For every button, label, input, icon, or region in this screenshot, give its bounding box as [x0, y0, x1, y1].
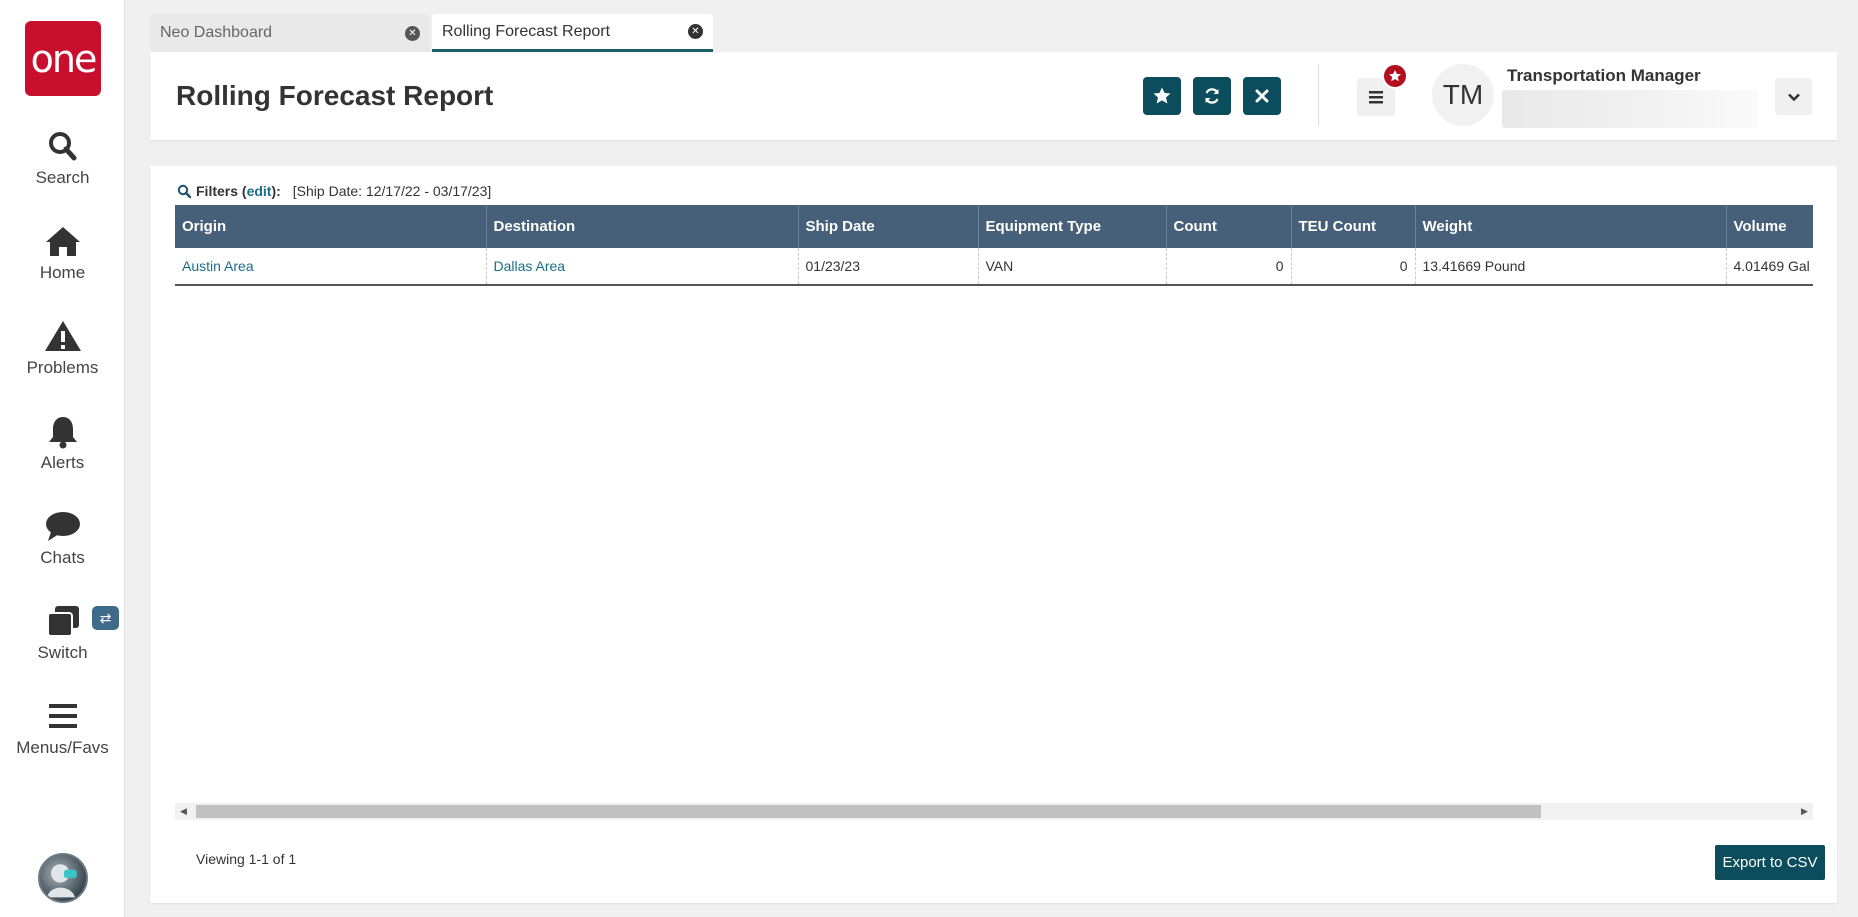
- nav-search[interactable]: Search: [0, 128, 125, 188]
- export-csv-button[interactable]: Export to CSV: [1715, 845, 1825, 880]
- refresh-icon: [1205, 88, 1219, 104]
- teu-count-cell: 0: [1291, 248, 1416, 286]
- home-icon: [43, 223, 83, 259]
- tab-rolling-forecast-report[interactable]: Rolling Forecast Report ✕: [432, 14, 713, 52]
- favorite-button[interactable]: [1143, 77, 1181, 115]
- column-header-weight[interactable]: Weight: [1415, 205, 1727, 248]
- nav-problems[interactable]: Problems: [0, 318, 125, 378]
- nav-home-label: Home: [39, 263, 86, 282]
- nav-problems-label: Problems: [26, 358, 99, 377]
- tab-label: Rolling Forecast Report: [442, 22, 611, 40]
- nav-chats-label: Chats: [40, 548, 85, 567]
- user-menu-button[interactable]: [1775, 78, 1812, 115]
- filters-value: [Ship Date: 12/17/22 - 03/17/23]: [292, 183, 492, 199]
- warning-icon: [43, 318, 83, 354]
- ship-date-cell: 01/23/23: [798, 248, 979, 286]
- origin-link[interactable]: Austin Area: [175, 248, 487, 286]
- favorite-star-badge-icon: [1382, 63, 1408, 89]
- nav-alerts[interactable]: Alerts: [0, 413, 125, 473]
- star-icon: [1153, 87, 1171, 104]
- column-header-count[interactable]: Count: [1166, 205, 1292, 248]
- filters-bar: Filters ( edit ): [Ship Date: 12/17/22 -…: [177, 183, 491, 199]
- close-icon[interactable]: ✕: [405, 25, 420, 41]
- column-header-equipment-type[interactable]: Equipment Type: [978, 205, 1167, 248]
- header-divider: [1318, 64, 1319, 126]
- close-icon: [1255, 89, 1269, 103]
- nav-chats[interactable]: Chats: [0, 508, 125, 568]
- table-row: Austin Area Dallas Area 01/23/23 VAN 0 0…: [175, 248, 1813, 286]
- pagination-status: Viewing 1-1 of 1: [196, 851, 297, 867]
- sidebar: one Search Home Problems Alerts Chats Sw…: [0, 0, 125, 917]
- switch-icon: [43, 603, 83, 639]
- chat-icon: [43, 508, 83, 544]
- close-icon[interactable]: ✕: [688, 24, 703, 39]
- weight-cell: 13.41669 Pound: [1415, 248, 1727, 286]
- column-header-teu-count[interactable]: TEU Count: [1291, 205, 1416, 248]
- bell-icon: [43, 413, 83, 449]
- page-title: Rolling Forecast Report: [176, 80, 494, 111]
- report-grid: Origin Destination Ship Date Equipment T…: [175, 205, 1813, 286]
- menu-icon: [43, 698, 83, 734]
- assistant-avatar-icon[interactable]: [38, 853, 88, 903]
- table-header-row: Origin Destination Ship Date Equipment T…: [175, 205, 1813, 248]
- page-header: Rolling Forecast Report TM Transportatio…: [150, 52, 1837, 140]
- close-report-button[interactable]: [1243, 77, 1281, 115]
- filters-label: Filters (: [196, 183, 247, 199]
- search-icon: [177, 184, 191, 198]
- volume-cell: 4.01469 Gal: [1726, 248, 1813, 286]
- nav-search-label: Search: [35, 168, 90, 187]
- search-icon: [43, 128, 83, 164]
- nav-switch-label: Switch: [37, 643, 88, 662]
- refresh-button[interactable]: [1193, 77, 1231, 115]
- filters-edit-link[interactable]: edit: [247, 183, 272, 199]
- switch-badge-icon[interactable]: ⇄: [92, 606, 119, 630]
- nav-alerts-label: Alerts: [40, 453, 85, 472]
- user-details-redacted: [1502, 90, 1758, 128]
- column-header-origin[interactable]: Origin: [175, 205, 487, 248]
- nav-home[interactable]: Home: [0, 223, 125, 283]
- tab-label: Neo Dashboard: [160, 24, 273, 41]
- user-avatar[interactable]: TM: [1432, 64, 1494, 126]
- column-header-destination[interactable]: Destination: [486, 205, 799, 248]
- equipment-type-cell: VAN: [978, 248, 1167, 286]
- nav-menus-favs[interactable]: Menus/Favs: [0, 698, 125, 758]
- hamburger-icon: [1369, 91, 1383, 104]
- tab-neo-dashboard[interactable]: Neo Dashboard ✕: [150, 14, 430, 52]
- destination-link[interactable]: Dallas Area: [486, 248, 799, 286]
- count-cell: 0: [1166, 248, 1292, 286]
- horizontal-scrollbar[interactable]: ◀ ▶: [175, 803, 1813, 820]
- nav-menus-favs-label: Menus/Favs: [16, 738, 109, 757]
- scroll-left-icon[interactable]: ◀: [175, 803, 192, 820]
- scroll-right-icon[interactable]: ▶: [1796, 803, 1813, 820]
- column-header-volume[interactable]: Volume: [1726, 205, 1813, 248]
- scrollbar-thumb[interactable]: [196, 805, 1541, 818]
- column-header-ship-date[interactable]: Ship Date: [798, 205, 979, 248]
- app-logo[interactable]: one: [25, 21, 101, 96]
- filters-label-close: ):: [271, 183, 281, 199]
- chevron-down-icon: [1787, 93, 1800, 101]
- user-role: Transportation Manager: [1507, 66, 1701, 85]
- report-panel: Filters ( edit ): [Ship Date: 12/17/22 -…: [150, 166, 1837, 903]
